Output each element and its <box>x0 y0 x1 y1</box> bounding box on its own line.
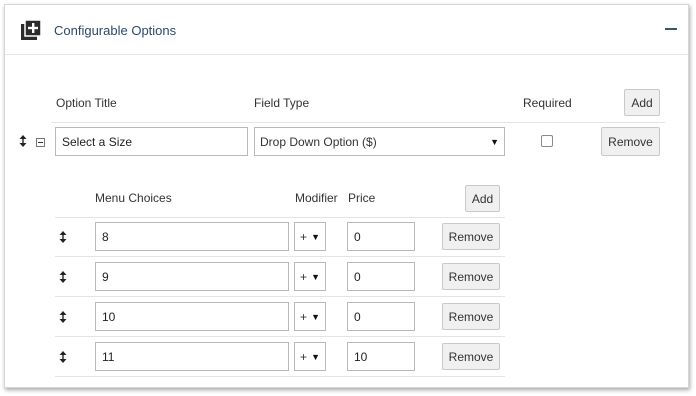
price-input[interactable] <box>347 302 415 331</box>
modifier-select[interactable]: + ▼ <box>294 262 326 291</box>
divider <box>51 122 665 123</box>
chevron-down-icon: ▼ <box>311 311 320 322</box>
modifier-select[interactable]: + ▼ <box>294 222 326 251</box>
remove-choice-button[interactable]: Remove <box>442 263 500 290</box>
option-title-header: Option Title <box>56 96 117 110</box>
divider <box>55 217 505 218</box>
remove-choice-button[interactable]: Remove <box>442 223 500 250</box>
add-square-icon <box>21 20 41 40</box>
price-input[interactable] <box>347 222 415 251</box>
chevron-down-icon: ▼ <box>311 231 320 242</box>
price-header: Price <box>348 191 376 205</box>
minus-icon[interactable] <box>664 22 678 36</box>
choice-value-input[interactable] <box>95 302 289 331</box>
modifier-select[interactable]: + ▼ <box>294 342 326 371</box>
remove-option-button[interactable]: Remove <box>601 127 660 156</box>
divider <box>55 256 505 257</box>
choice-value-input[interactable] <box>95 342 289 371</box>
modifier-select[interactable]: + ▼ <box>294 302 326 331</box>
field-type-select[interactable]: Drop Down Option ($) ▼ <box>254 127 505 156</box>
required-checkbox[interactable] <box>541 135 553 147</box>
price-input[interactable] <box>347 262 415 291</box>
drag-handle-icon[interactable] <box>19 135 27 147</box>
drag-handle-icon[interactable] <box>59 351 67 363</box>
option-title-input[interactable] <box>55 127 248 156</box>
chevron-down-icon: ▼ <box>311 271 320 282</box>
drag-handle-icon[interactable] <box>59 231 67 243</box>
price-input[interactable] <box>347 342 415 371</box>
add-choice-button[interactable]: Add <box>465 185 500 212</box>
chevron-down-icon: ▼ <box>311 351 320 362</box>
modifier-value: + <box>300 229 308 244</box>
panel-title: Configurable Options <box>54 23 177 38</box>
required-header: Required <box>523 96 572 110</box>
field-type-value: Drop Down Option ($) <box>260 134 377 149</box>
modifier-value: + <box>300 349 308 364</box>
add-option-button[interactable]: Add <box>624 89 660 116</box>
configurable-options-panel: Configurable Options Option Title Field … <box>4 4 689 388</box>
panel-header: Configurable Options <box>5 5 688 55</box>
drag-handle-icon[interactable] <box>59 271 67 283</box>
field-type-header: Field Type <box>254 96 310 110</box>
choice-value-input[interactable] <box>95 262 289 291</box>
remove-choice-button[interactable]: Remove <box>442 343 500 370</box>
drag-handle-icon[interactable] <box>59 311 67 323</box>
divider <box>55 296 505 297</box>
choice-value-input[interactable] <box>95 222 289 251</box>
divider <box>55 336 505 337</box>
remove-choice-button[interactable]: Remove <box>442 303 500 330</box>
modifier-value: + <box>300 269 308 284</box>
menu-choices-header: Menu Choices <box>95 191 172 205</box>
modifier-value: + <box>300 309 308 324</box>
divider <box>55 376 505 377</box>
modifier-header: Modifier <box>295 191 338 205</box>
collapse-option-icon[interactable] <box>36 138 45 147</box>
chevron-down-icon: ▼ <box>490 136 499 147</box>
